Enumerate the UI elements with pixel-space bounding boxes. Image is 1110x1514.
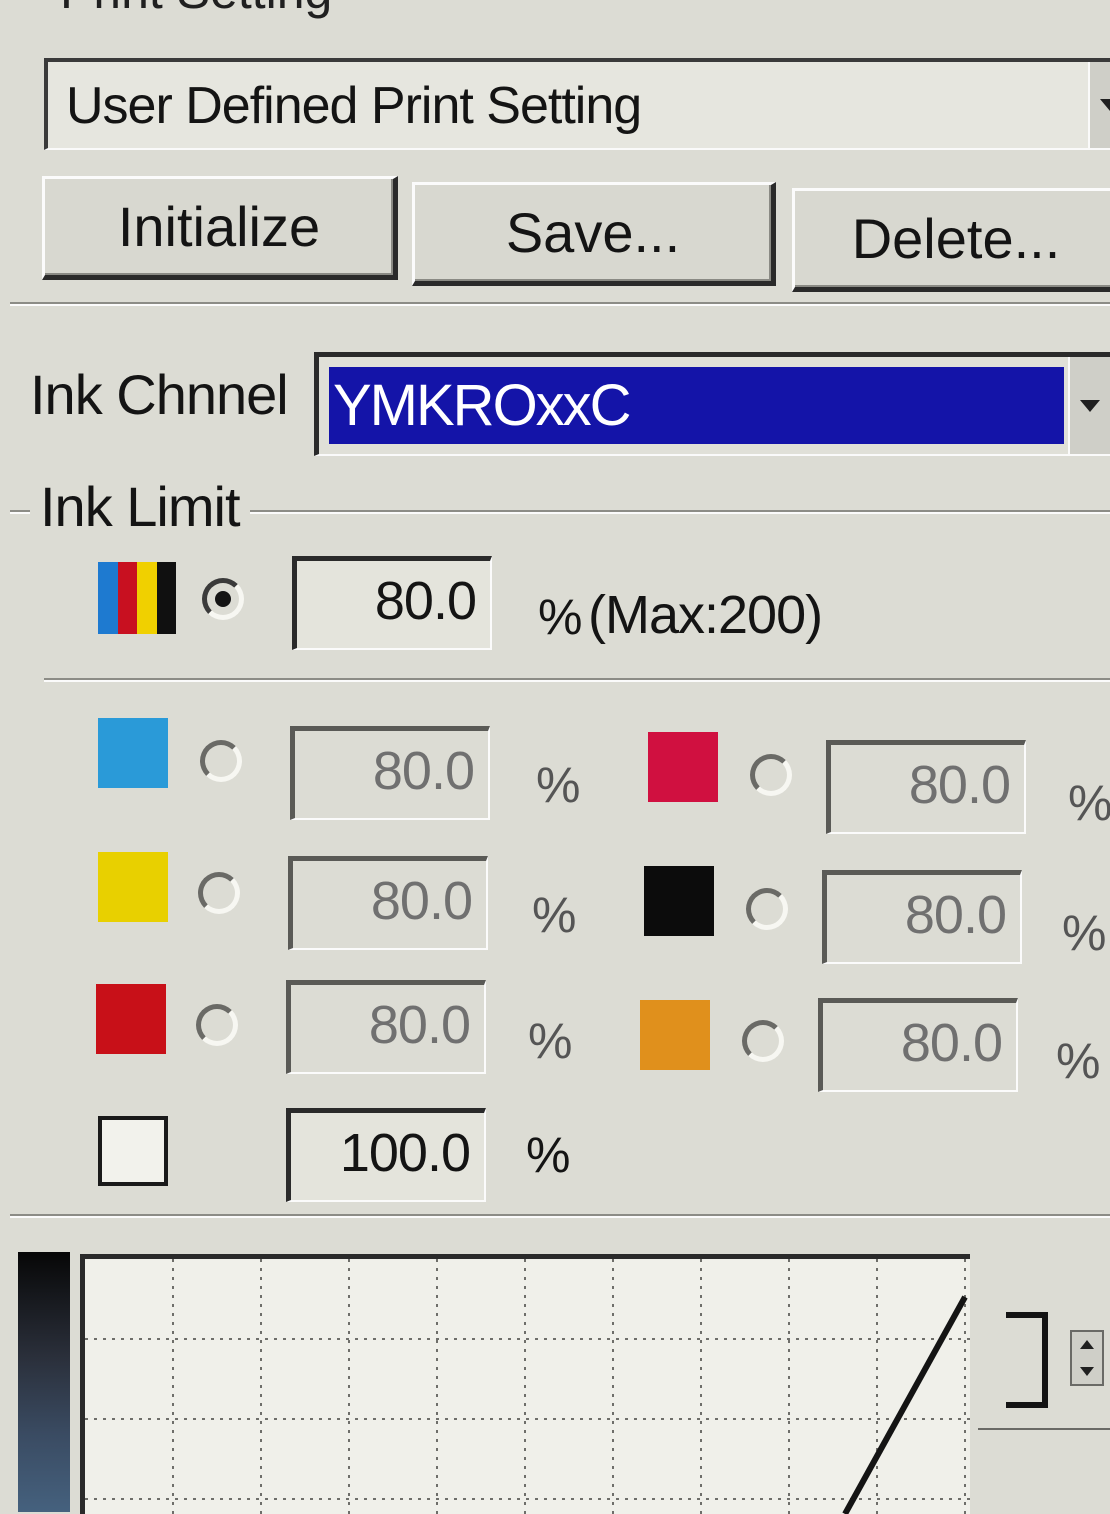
white-limit-unit: %: [526, 1127, 571, 1183]
cyan-limit-unit: %: [536, 757, 581, 813]
chevron-down-icon[interactable]: [1088, 62, 1110, 148]
cyan-limit-radio[interactable]: [200, 740, 242, 782]
red-limit-unit: %: [528, 1013, 573, 1069]
cyan-limit-input[interactable]: 80.0: [290, 726, 490, 820]
total-limit-radio[interactable]: [202, 578, 244, 620]
white-ink-swatch: [98, 1116, 168, 1186]
curve-endpoint-bracket: [1006, 1312, 1048, 1408]
yellow-limit-unit: %: [532, 887, 577, 943]
ink-channel-value: YMKROxxC: [329, 367, 1064, 444]
multi-color-ink-icon: [98, 562, 176, 634]
black-limit-input[interactable]: 80.0: [822, 870, 1022, 964]
total-limit-unit: %: [538, 589, 583, 645]
divider: [10, 1214, 1110, 1218]
orange-limit-unit: %: [1056, 1033, 1101, 1089]
black-limit-radio[interactable]: [746, 888, 788, 930]
print-setting-value: User Defined Print Setting: [66, 77, 642, 135]
orange-swatch: [640, 1000, 710, 1070]
curve-grid: [85, 1259, 970, 1514]
orange-limit-radio[interactable]: [742, 1020, 784, 1062]
max-limit-note: (Max:200): [588, 585, 823, 645]
initialize-button[interactable]: Initialize: [42, 176, 398, 280]
white-limit-input[interactable]: 100.0: [286, 1108, 486, 1202]
divider: [978, 1428, 1110, 1430]
curve-line[interactable]: [842, 1295, 968, 1514]
yellow-limit-radio[interactable]: [198, 872, 240, 914]
ink-channel-dropdown[interactable]: YMKROxxC: [314, 352, 1110, 456]
section-title: Print Setting: [60, 0, 332, 20]
magenta-swatch: [648, 732, 718, 802]
red-swatch: [96, 984, 166, 1054]
ink-stripe: [98, 562, 118, 634]
black-swatch: [644, 866, 714, 936]
magenta-limit-radio[interactable]: [750, 754, 792, 796]
ink-curve-graph[interactable]: [80, 1254, 970, 1514]
magenta-limit-input[interactable]: 80.0: [826, 740, 1026, 834]
cyan-swatch: [98, 718, 168, 788]
divider: [44, 678, 1110, 682]
ink-stripe: [117, 562, 137, 634]
ink-stripe: [137, 562, 157, 634]
chevron-down-icon[interactable]: [1068, 357, 1110, 454]
orange-limit-input[interactable]: 80.0: [818, 998, 1018, 1092]
yellow-swatch: [98, 852, 168, 922]
yellow-limit-input[interactable]: 80.0: [288, 856, 488, 950]
spin-arrows-icon[interactable]: [1070, 1330, 1104, 1386]
ink-stripe: [156, 562, 176, 634]
curve-svg: [85, 1259, 970, 1514]
magenta-limit-unit: %: [1068, 775, 1110, 831]
ink-limit-title: Ink Limit: [30, 474, 250, 539]
delete-button[interactable]: Delete...: [792, 188, 1110, 292]
print-setting-dropdown[interactable]: User Defined Print Setting: [44, 58, 1110, 150]
black-limit-unit: %: [1062, 905, 1107, 961]
radio-dot: [215, 591, 231, 607]
red-limit-radio[interactable]: [196, 1004, 238, 1046]
tone-gradient-bar: [18, 1252, 70, 1512]
ink-channel-label: Ink Chnnel: [30, 363, 289, 426]
divider: [10, 302, 1110, 306]
red-limit-input[interactable]: 80.0: [286, 980, 486, 1074]
total-limit-input[interactable]: 80.0: [292, 556, 492, 650]
save-button[interactable]: Save...: [412, 182, 776, 286]
